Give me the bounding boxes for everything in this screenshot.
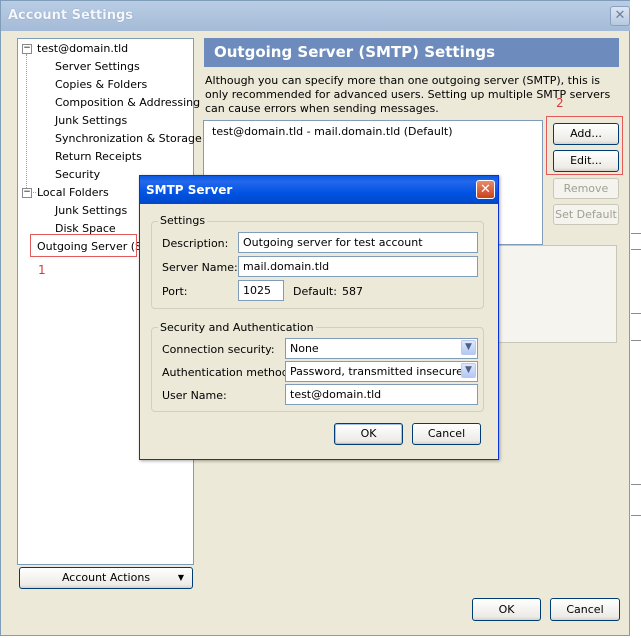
tree-item-account[interactable]: test@domain.tld (37, 42, 128, 55)
close-icon: ✕ (614, 8, 626, 23)
connection-security-label: Connection security: (162, 343, 275, 356)
set-default-button[interactable]: Set Default (553, 204, 619, 225)
port-label: Port: (162, 285, 188, 298)
server-entry-label: test@domain.tld - mail.domain.tld (Defau… (212, 125, 453, 138)
default-port-label: Default: (293, 285, 337, 298)
description-field[interactable]: Outgoing server for test account (238, 232, 478, 253)
annotation-box-1 (30, 234, 137, 257)
remove-button[interactable]: Remove (553, 178, 619, 199)
divider (631, 484, 641, 485)
title-bar: Account Settings ✕ (1, 1, 631, 31)
port-field[interactable]: 1025 (238, 280, 284, 301)
list-item[interactable]: test@domain.tld - mail.domain.tld (Defau… (205, 122, 541, 140)
security-group-label: Security and Authentication (158, 321, 316, 334)
account-actions-label: Account Actions (61, 571, 151, 584)
divider (631, 233, 641, 234)
chevron-down-icon[interactable]: ▼ (461, 363, 476, 378)
description-label: Description: (162, 237, 229, 250)
dialog-title-bar: SMTP Server ✕ (140, 176, 498, 204)
annotation-number-2: 2 (556, 96, 564, 110)
divider (631, 313, 641, 314)
set-default-label: Set Default (555, 208, 617, 221)
tree-guide (26, 54, 27, 194)
cancel-button[interactable]: Cancel (550, 598, 620, 621)
tree-item-local-folders[interactable]: Local Folders (37, 186, 109, 199)
panel-heading: Outgoing Server (SMTP) Settings (204, 38, 619, 67)
user-name-field[interactable]: test@domain.tld (285, 384, 478, 405)
auth-method-select[interactable]: Password, transmitted insecurely ▼ (285, 361, 478, 382)
divider (631, 515, 641, 516)
connection-security-select[interactable]: None ▼ (285, 338, 478, 359)
default-port-value: 587 (342, 285, 363, 298)
desktop-background (630, 0, 641, 638)
dialog-cancel-label: Cancel (427, 427, 466, 440)
tree-item-local-junk-settings[interactable]: Junk Settings (55, 204, 127, 217)
annotation-number-1: 1 (38, 263, 46, 277)
connection-security-value: None (290, 342, 319, 355)
tree-item-copies-folders[interactable]: Copies & Folders (55, 78, 147, 91)
settings-group-label: Settings (158, 214, 208, 227)
annotation-box-2 (546, 116, 623, 175)
server-name-field[interactable]: mail.domain.tld (238, 256, 478, 277)
window-title: Account Settings (8, 8, 134, 23)
user-name-label: User Name: (162, 389, 227, 402)
auth-method-value: Password, transmitted insecurely (290, 365, 473, 378)
window-close-button[interactable]: ✕ (610, 6, 630, 26)
auth-method-label: Authentication method: (162, 366, 293, 379)
tree-item-synchronization[interactable]: Synchronization & Storage (55, 132, 202, 145)
tree-item-server-settings[interactable]: Server Settings (55, 60, 140, 73)
ok-button[interactable]: OK (472, 598, 541, 621)
divider (631, 340, 641, 341)
collapse-account-icon[interactable]: − (22, 44, 32, 54)
smtp-server-dialog: SMTP Server ✕ Settings Description: Outg… (139, 175, 499, 460)
divider (631, 249, 641, 250)
account-actions-button[interactable]: Account Actions ▼ (19, 567, 193, 589)
panel-description: Although you can specify more than one o… (205, 74, 611, 115)
dialog-close-button[interactable]: ✕ (476, 180, 495, 199)
tree-item-security[interactable]: Security (55, 168, 100, 181)
cancel-label: Cancel (566, 603, 604, 616)
close-icon: ✕ (480, 182, 491, 197)
dialog-cancel-button[interactable]: Cancel (412, 423, 481, 445)
dialog-ok-button[interactable]: OK (334, 423, 403, 445)
dialog-title: SMTP Server (146, 183, 233, 197)
tree-item-junk-settings[interactable]: Junk Settings (55, 114, 127, 127)
tree-item-return-receipts[interactable]: Return Receipts (55, 150, 142, 163)
remove-label: Remove (563, 182, 609, 195)
dialog-ok-label: OK (360, 427, 377, 440)
collapse-local-folders-icon[interactable]: − (22, 188, 32, 198)
chevron-down-icon: ▼ (177, 573, 184, 582)
panel-title: Outgoing Server (SMTP) Settings (214, 43, 496, 61)
chevron-down-icon[interactable]: ▼ (461, 340, 476, 355)
ok-label: OK (498, 603, 515, 616)
server-name-label: Server Name: (162, 261, 238, 274)
tree-item-composition[interactable]: Composition & Addressing (55, 96, 200, 109)
